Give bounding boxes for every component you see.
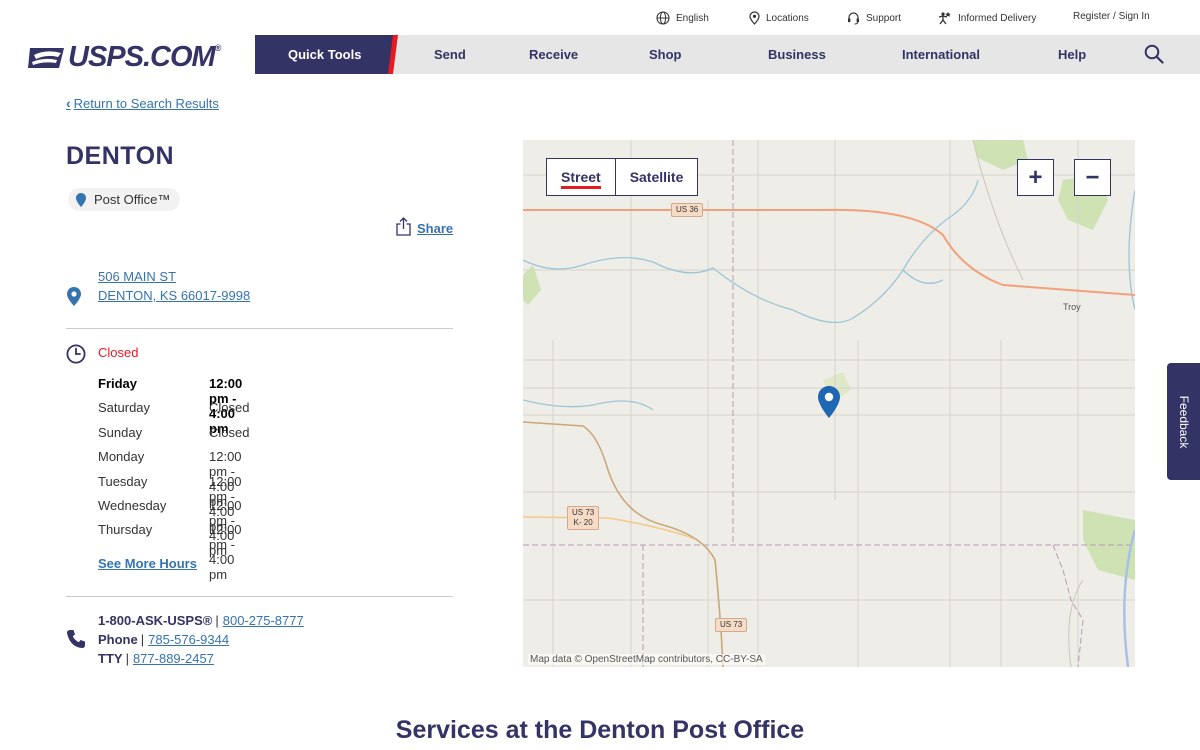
informed-delivery-icon <box>938 12 951 25</box>
back-to-results-link[interactable]: ‹ Return to Search Results <box>66 95 219 111</box>
map-shield-us36: US 36 <box>671 203 704 217</box>
feedback-label: Feedback <box>1176 395 1191 448</box>
hours-time: Closed <box>209 400 250 416</box>
address-pin-icon <box>67 287 81 311</box>
open-status: Closed <box>98 345 139 360</box>
hours-day: Thursday <box>98 522 153 538</box>
zoom-out-button[interactable]: − <box>1074 159 1111 196</box>
hours-day: Monday <box>98 449 145 465</box>
contact-phone-label: Phone <box>98 632 138 647</box>
nav-send[interactable]: Send <box>434 47 466 62</box>
hours-day: Sunday <box>98 424 143 440</box>
support-link[interactable]: Support <box>847 11 901 25</box>
contact-phone: Phone | 785-576-9344 <box>98 632 230 647</box>
language-link[interactable]: English <box>656 11 709 25</box>
nav-shop[interactable]: Shop <box>649 47 682 62</box>
search-button[interactable] <box>1144 44 1164 69</box>
locations-label: Locations <box>766 12 809 24</box>
location-type-label: Post Office™ <box>94 192 171 207</box>
map-pin-icon <box>818 386 840 418</box>
contact-main-label: 1-800-ASK-USPS® <box>98 613 213 628</box>
address-city-link[interactable]: DENTON, KS 66017-9998 <box>98 288 250 303</box>
address-street-link[interactable]: 506 MAIN ST <box>98 269 176 284</box>
map-view-toggle: Street Satellite <box>546 158 699 196</box>
map-shield-us73: US 73 <box>715 618 748 632</box>
eagle-logo-icon <box>28 47 64 68</box>
location-pin-icon <box>76 192 86 207</box>
phone-icon <box>66 629 86 654</box>
services-heading: Services at the Denton Post Office <box>395 716 805 744</box>
divider <box>66 328 453 329</box>
zoom-in-button[interactable]: + <box>1017 159 1054 196</box>
register-sign-in-link[interactable]: Register / Sign In <box>1073 11 1150 22</box>
hours-day: Wednesday <box>98 497 167 513</box>
hours-day: Tuesday <box>98 473 148 489</box>
see-more-hours-link[interactable]: See More Hours <box>98 556 197 571</box>
register-label: Register / Sign In <box>1073 11 1150 22</box>
main-nav: USPS.COM® Quick Tools Send Receive Shop … <box>0 35 1200 74</box>
support-label: Support <box>866 12 902 24</box>
contact-main-number[interactable]: 800-275-8777 <box>223 613 304 628</box>
share-icon <box>396 217 411 236</box>
nav-help[interactable]: Help <box>1058 47 1086 62</box>
nav-receive[interactable]: Receive <box>529 47 578 62</box>
contact-tty-label: TTY <box>98 651 123 666</box>
contact-phone-number[interactable]: 785-576-9344 <box>148 632 229 647</box>
map-town-label: Troy <box>1063 302 1081 312</box>
location-map[interactable]: US 36 US 73 K- 20 US 73 Troy Street Sate… <box>523 140 1135 667</box>
contact-main: 1-800-ASK-USPS® | 800-275-8777 <box>98 613 304 628</box>
hours-day: Saturday <box>98 400 151 416</box>
headset-icon <box>848 12 859 25</box>
nav-international[interactable]: International <box>902 47 980 62</box>
feedback-tab[interactable]: Feedback <box>1167 363 1200 480</box>
contact-tty: TTY | 877-889-2457 <box>98 651 214 666</box>
map-shield-us73-k20: US 73 K- 20 <box>567 506 600 530</box>
locations-link[interactable]: Locations <box>749 11 809 25</box>
page-title: DENTON <box>66 142 175 170</box>
logo-text: USPS.COM® <box>68 41 221 73</box>
quick-tools-label: Quick Tools <box>288 47 362 62</box>
map-attribution: Map data © OpenStreetMap contributors, C… <box>528 654 765 665</box>
language-label: English <box>676 12 709 24</box>
location-pin-icon <box>749 11 760 25</box>
share-label: Share <box>417 221 454 236</box>
map-marker[interactable] <box>818 386 840 423</box>
utility-bar: English Locations Support Informed Deliv… <box>0 0 1200 35</box>
globe-icon <box>656 11 670 25</box>
usps-logo[interactable]: USPS.COM® <box>28 41 221 74</box>
share-button[interactable]: Share <box>396 217 453 236</box>
informed-delivery-label: Informed Delivery <box>958 12 1037 24</box>
search-icon <box>1144 44 1164 64</box>
back-link-label: Return to Search Results <box>73 95 219 111</box>
hours-time: 12:00 pm - 4:00 pm <box>209 522 242 583</box>
street-view-button[interactable]: Street <box>547 159 616 195</box>
informed-delivery-link[interactable]: Informed Delivery <box>937 11 1036 25</box>
divider <box>66 596 453 597</box>
nav-business[interactable]: Business <box>768 47 826 62</box>
clock-icon <box>66 344 86 369</box>
hours-day: Friday <box>98 376 138 391</box>
hours-time: Closed <box>209 424 250 440</box>
logo-area: USPS.COM® <box>0 35 255 74</box>
chevron-left-icon: ‹ <box>66 95 71 111</box>
location-type-badge: Post Office™ <box>68 188 181 211</box>
contact-tty-number[interactable]: 877-889-2457 <box>133 651 214 666</box>
satellite-view-button[interactable]: Satellite <box>616 159 698 195</box>
